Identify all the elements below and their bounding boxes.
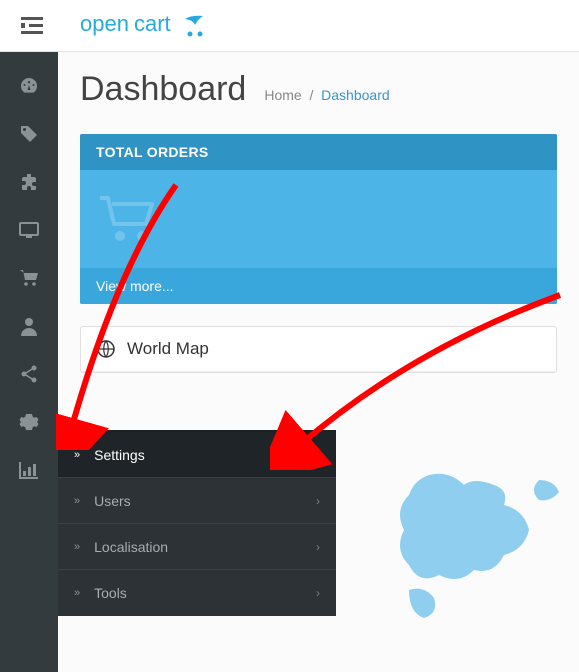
chevron-double-right-icon: »: [74, 449, 80, 461]
sidebar-item-catalog[interactable]: [0, 110, 58, 158]
gear-icon: [19, 412, 39, 432]
top-bar: open cart: [0, 0, 579, 52]
sidebar-item-sales[interactable]: [0, 254, 58, 302]
sidebar-nav: [0, 52, 58, 672]
sidebar-item-design[interactable]: [0, 206, 58, 254]
extension-icon: [19, 172, 39, 192]
submenu-item-users[interactable]: » Users ›: [58, 478, 336, 524]
chevron-right-icon: ›: [316, 540, 320, 554]
menu-indent-icon: [21, 17, 43, 35]
share-icon: [19, 364, 39, 384]
stats-icon: [19, 461, 39, 479]
chevron-right-icon: ›: [316, 494, 320, 508]
sidebar-item-extensions[interactable]: [0, 158, 58, 206]
cart-icon: [19, 269, 39, 287]
cart-large-icon: [98, 194, 158, 244]
chevron-double-right-icon: »: [74, 587, 80, 599]
sidebar-item-dashboard[interactable]: [0, 62, 58, 110]
widget-view-more-link[interactable]: View more...: [80, 268, 557, 304]
menu-toggle-button[interactable]: [12, 6, 52, 46]
page-title: Dashboard: [80, 70, 246, 109]
user-icon: [20, 316, 38, 336]
submenu-label: Settings: [94, 447, 145, 463]
chevron-double-right-icon: »: [74, 541, 80, 553]
panel-title-row: World Map: [81, 327, 556, 372]
world-map-panel: World Map: [80, 326, 557, 373]
widget-title: TOTAL ORDERS: [80, 134, 557, 170]
opencart-logo-icon: open cart: [80, 9, 235, 43]
globe-icon: [97, 340, 115, 358]
submenu-item-settings[interactable]: » Settings: [58, 432, 336, 478]
breadcrumb: Home / Dashboard: [264, 87, 389, 103]
design-icon: [19, 222, 39, 238]
system-submenu: » Settings » Users › » Localisation › » …: [58, 430, 336, 616]
chevron-double-right-icon: »: [74, 495, 80, 507]
submenu-label: Localisation: [94, 539, 168, 555]
submenu-label: Users: [94, 493, 131, 509]
chevron-right-icon: ›: [316, 586, 320, 600]
svg-text:cart: cart: [134, 11, 171, 36]
sidebar-item-customers[interactable]: [0, 302, 58, 350]
world-map-silhouette: [389, 470, 579, 650]
submenu-item-tools[interactable]: » Tools ›: [58, 570, 336, 616]
page-header: Dashboard Home / Dashboard: [80, 70, 557, 109]
sidebar-item-marketing[interactable]: [0, 350, 58, 398]
breadcrumb-current[interactable]: Dashboard: [321, 87, 390, 103]
tag-icon: [19, 124, 39, 144]
submenu-label: Tools: [94, 585, 127, 601]
widget-body: [80, 170, 557, 268]
sidebar-item-system[interactable]: [0, 398, 58, 446]
total-orders-widget: TOTAL ORDERS View more...: [80, 134, 557, 304]
logo[interactable]: open cart: [80, 9, 235, 43]
submenu-item-localisation[interactable]: » Localisation ›: [58, 524, 336, 570]
dashboard-icon: [19, 76, 39, 96]
panel-title: World Map: [127, 339, 209, 359]
svg-text:open: open: [80, 11, 129, 36]
sidebar-item-reports[interactable]: [0, 446, 58, 494]
breadcrumb-home: Home: [264, 87, 301, 103]
